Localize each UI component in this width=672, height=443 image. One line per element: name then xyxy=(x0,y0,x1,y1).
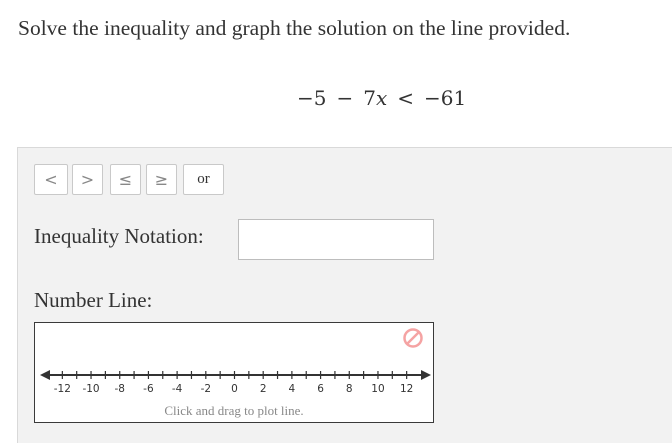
number-line-axis: -12 -10 -8 -6 -4 -2 0 2 4 6 8 10 12 xyxy=(40,370,431,395)
tick-label: 12 xyxy=(400,383,413,395)
number-line-hint: Click and drag to plot line. xyxy=(164,403,304,418)
tick-label: -4 xyxy=(172,383,183,395)
tick-label: -8 xyxy=(114,383,124,395)
tick-label: 6 xyxy=(317,383,324,395)
equation-constant: −5 xyxy=(297,86,327,110)
tick-label: 4 xyxy=(289,383,296,395)
tick-label: 2 xyxy=(260,383,267,395)
number-line-label: Number Line: xyxy=(34,288,153,312)
tick-label: -6 xyxy=(143,383,154,395)
equation-relation: < xyxy=(397,86,415,110)
question-instruction: Solve the inequality and graph the solut… xyxy=(18,16,571,40)
greater-equal-button[interactable]: ≥ xyxy=(146,164,177,195)
equation-minus: − xyxy=(336,86,354,110)
equation-coefficient: 7 xyxy=(363,86,376,110)
left-arrow-icon xyxy=(40,370,50,380)
less-equal-button[interactable]: ≤ xyxy=(110,164,141,195)
equation-variable: x xyxy=(375,86,388,110)
right-arrow-icon xyxy=(421,370,431,380)
equation-rhs: −61 xyxy=(424,86,467,110)
tick-label: 0 xyxy=(231,383,238,395)
greater-than-button[interactable]: > xyxy=(72,164,103,195)
inequality-notation-label: Inequality Notation: xyxy=(34,224,204,248)
no-entry-icon[interactable] xyxy=(403,328,423,348)
tick-label: 8 xyxy=(346,383,353,395)
tick-label: -2 xyxy=(201,383,211,395)
less-than-button[interactable]: < xyxy=(34,164,68,195)
number-line-area[interactable]: -12 -10 -8 -6 -4 -2 0 2 4 6 8 10 12 Click and drag t… xyxy=(34,322,434,423)
tick-label: -12 xyxy=(54,383,71,395)
inequality-equation: −5 − 7 x < −61 xyxy=(297,86,466,110)
or-button[interactable]: or xyxy=(183,164,224,195)
tick-label: -10 xyxy=(82,383,99,395)
inequality-notation-input[interactable] xyxy=(238,219,434,260)
tick-label: 10 xyxy=(371,383,384,395)
